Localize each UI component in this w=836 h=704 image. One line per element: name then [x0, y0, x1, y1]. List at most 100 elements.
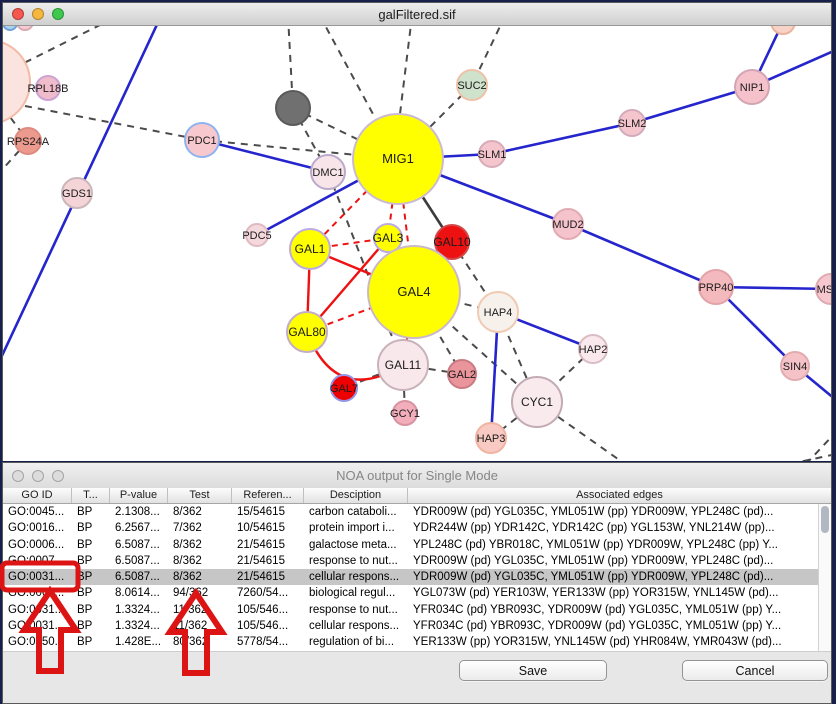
table-row[interactable]: GO:0045...BP2.1308...8/36215/54615carbon… [3, 504, 831, 520]
column-header-t[interactable]: T... [72, 488, 110, 503]
cell: GO:0050... [3, 634, 72, 650]
cell: cellular respons... [304, 569, 408, 585]
graph-window: galFiltered.sif RPL18BRPS24AGDS1PDC1PDC5… [2, 2, 832, 461]
node-gray[interactable] [276, 91, 310, 125]
close-icon[interactable] [12, 470, 24, 482]
table-row[interactable]: GO:0050...BP1.428E...80/3625778/54...reg… [3, 634, 831, 650]
cell: YER133W (pp) YOR315W, YNL145W (pd) YHR08… [408, 634, 831, 650]
node-label-gal10: GAL10 [433, 235, 471, 249]
network-edge [806, 432, 831, 461]
cell: 105/546... [232, 602, 304, 618]
cell: response to nut... [304, 553, 408, 569]
network-edge [399, 26, 412, 122]
node-label-rps24a: RPS24A [7, 136, 50, 148]
column-header-p-value[interactable]: P-value [110, 488, 168, 503]
node-label-gal7: GAL7 [330, 383, 358, 395]
noa-window-titlebar[interactable]: NOA output for Single Mode [3, 463, 831, 489]
cell: 10/54615 [232, 520, 304, 536]
network-edge [568, 224, 716, 287]
noa-window: NOA output for Single Mode GO IDT...P-va… [2, 462, 832, 704]
table-header-row: GO IDT...P-valueTestReferen...Desciption… [3, 488, 831, 504]
table-row[interactable]: GO:0031...BP1.3324...11/362105/546...cel… [3, 618, 831, 634]
node-label-hap4: HAP4 [484, 307, 513, 319]
cell: YFR034C (pd) YBR093C, YDR009W (pd) YGL03… [408, 618, 831, 634]
table-row[interactable]: GO:0031...BP6.5087...8/36221/54615cellul… [3, 569, 831, 585]
maximize-icon[interactable] [52, 470, 64, 482]
node-label-gal80: GAL80 [288, 325, 326, 339]
cell: 1.3324... [110, 618, 168, 634]
network-edge [202, 140, 328, 172]
cell: galactose meta... [304, 537, 408, 553]
cell: YPL248C (pd) YBR018C, YML051W (pp) YDR00… [408, 537, 831, 553]
table-row[interactable]: GO:0016...BP6.2567...7/36210/54615protei… [3, 520, 831, 536]
table-row[interactable]: GO:0007...BP6.5087...8/36221/54615respon… [3, 553, 831, 569]
column-header-referen[interactable]: Referen... [232, 488, 304, 503]
table-row[interactable]: GO:0065...BP8.0614...94/3627260/54...bio… [3, 585, 831, 601]
node-label-mig1: MIG1 [382, 151, 414, 166]
cell: 2.1308... [110, 504, 168, 520]
cell: regulation of bi... [304, 634, 408, 650]
cell: 5778/54... [232, 634, 304, 650]
cell: BP [72, 602, 110, 618]
cell: 11/362 [168, 602, 232, 618]
node-label-slm1: SLM1 [478, 149, 507, 161]
maximize-icon[interactable] [52, 8, 64, 20]
node-label-gds1: GDS1 [62, 188, 92, 200]
cell: GO:0007... [3, 553, 72, 569]
node-label-nip1: NIP1 [740, 82, 764, 94]
network-canvas[interactable]: RPL18BRPS24AGDS1PDC1PDC5DMC1MIG1SUC2SLM1… [3, 26, 831, 461]
cell: 6.5087... [110, 553, 168, 569]
cell: 8/362 [168, 569, 232, 585]
table-row[interactable]: GO:0031...BP1.3324...11/362105/546...res… [3, 602, 831, 618]
table-row[interactable]: GO:0006...BP6.5087...8/36221/54615galact… [3, 537, 831, 553]
node-topleft-pink[interactable] [17, 26, 33, 30]
cell: 8/362 [168, 553, 232, 569]
node-label-gal2: GAL2 [448, 369, 476, 381]
cell: YDR009W (pd) YGL035C, YML051W (pp) YDR00… [408, 569, 831, 585]
node-label-gal1: GAL1 [295, 242, 326, 256]
cell: 8.0614... [110, 585, 168, 601]
node-large-left[interactable] [3, 40, 30, 124]
cell: YDR009W (pd) YGL035C, YML051W (pp) YDR00… [408, 553, 831, 569]
minimize-icon[interactable] [32, 470, 44, 482]
cell: 7260/54... [232, 585, 304, 601]
close-icon[interactable] [12, 8, 24, 20]
cell: BP [72, 569, 110, 585]
minimize-icon[interactable] [32, 8, 44, 20]
cell: 7/362 [168, 520, 232, 536]
cell: 6.2567... [110, 520, 168, 536]
node-topright[interactable] [771, 26, 795, 34]
cell: BP [72, 520, 110, 536]
cell: 1.428E... [110, 634, 168, 650]
column-header-test[interactable]: Test [168, 488, 232, 503]
node-topleft-blue[interactable] [3, 26, 17, 30]
cell: GO:0031... [3, 602, 72, 618]
node-label-mud2: MUD2 [552, 219, 583, 231]
cell: GO:0016... [3, 520, 72, 536]
cell: carbon cataboli... [304, 504, 408, 520]
cell: GO:0031... [3, 569, 72, 585]
cell: 11/362 [168, 618, 232, 634]
graph-window-title: galFiltered.sif [378, 7, 455, 22]
cell: GO:0031... [3, 618, 72, 634]
column-header-go-id[interactable]: GO ID [3, 488, 72, 503]
cell: BP [72, 618, 110, 634]
column-header-desciption[interactable]: Desciption [304, 488, 408, 503]
cell: YDR244W (pp) YDR142C, YDR142C (pp) YGL15… [408, 520, 831, 536]
cell: YGL073W (pd) YER103W, YER133W (pp) YOR31… [408, 585, 831, 601]
graph-window-titlebar[interactable]: galFiltered.sif [3, 3, 831, 26]
cell: 8/362 [168, 537, 232, 553]
column-header-associated-edges[interactable]: Associated edges [408, 488, 831, 503]
scrollbar-thumb[interactable] [821, 506, 829, 533]
noa-traffic-lights [12, 463, 64, 488]
cell: 6.5087... [110, 537, 168, 553]
cancel-button[interactable]: Cancel [682, 660, 828, 681]
cell: 1.3324... [110, 602, 168, 618]
save-button[interactable]: Save [459, 660, 607, 681]
cell: BP [72, 585, 110, 601]
cell: 21/54615 [232, 553, 304, 569]
node-label-prp40: PRP40 [699, 282, 734, 294]
cell: GO:0065... [3, 585, 72, 601]
traffic-lights [12, 3, 64, 25]
vertical-scrollbar[interactable] [818, 504, 831, 651]
